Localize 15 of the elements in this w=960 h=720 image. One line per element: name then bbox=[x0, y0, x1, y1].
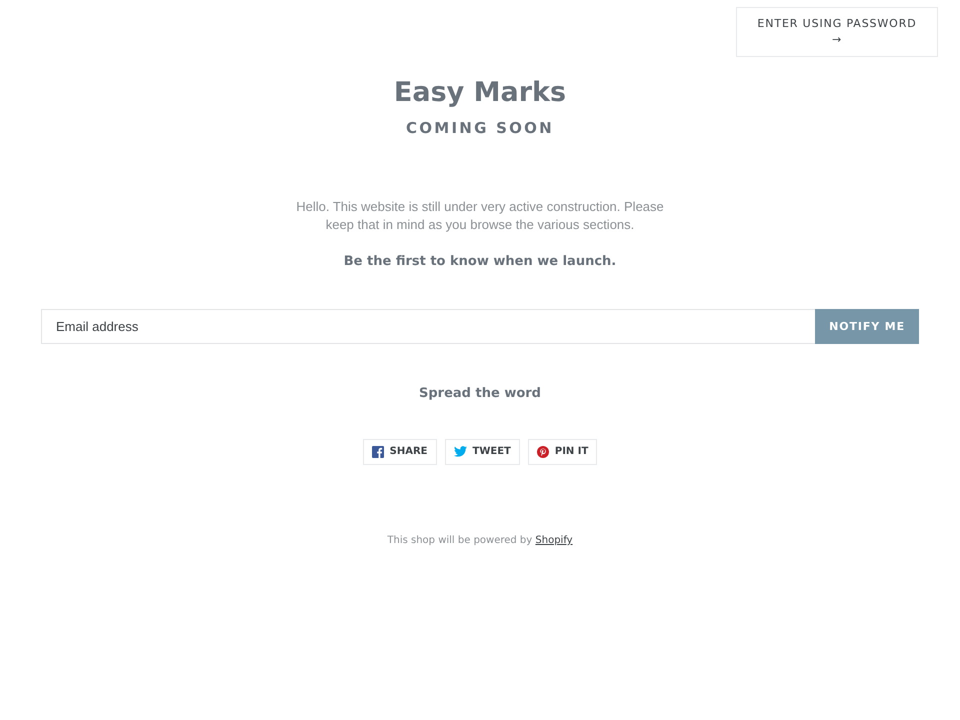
shopify-link[interactable]: Shopify bbox=[535, 534, 573, 546]
password-button[interactable]: ENTER USING PASSWORD → bbox=[736, 7, 938, 57]
signup-heading: Be the first to know when we launch. bbox=[342, 252, 618, 271]
footer-text: This shop will be powered by Shopify bbox=[386, 534, 574, 548]
bird-icon bbox=[454, 446, 467, 458]
pin-icon bbox=[536, 446, 549, 458]
email-field[interactable]: Email address bbox=[41, 309, 816, 344]
site-title: Easy Marks bbox=[392, 77, 568, 110]
intro-text: Hello. This website is still under very active construction. Please keep that in mind as you browse the various sections. bbox=[295, 198, 665, 234]
share-button[interactable]: TWEET bbox=[444, 438, 520, 465]
facebook-icon bbox=[372, 446, 384, 458]
share-heading: Spread the word bbox=[418, 385, 542, 404]
coming-soon-label: COMING SOON bbox=[405, 118, 555, 140]
share-button[interactable]: SHARE bbox=[362, 438, 437, 465]
share-button[interactable]: PIN IT bbox=[528, 438, 598, 465]
